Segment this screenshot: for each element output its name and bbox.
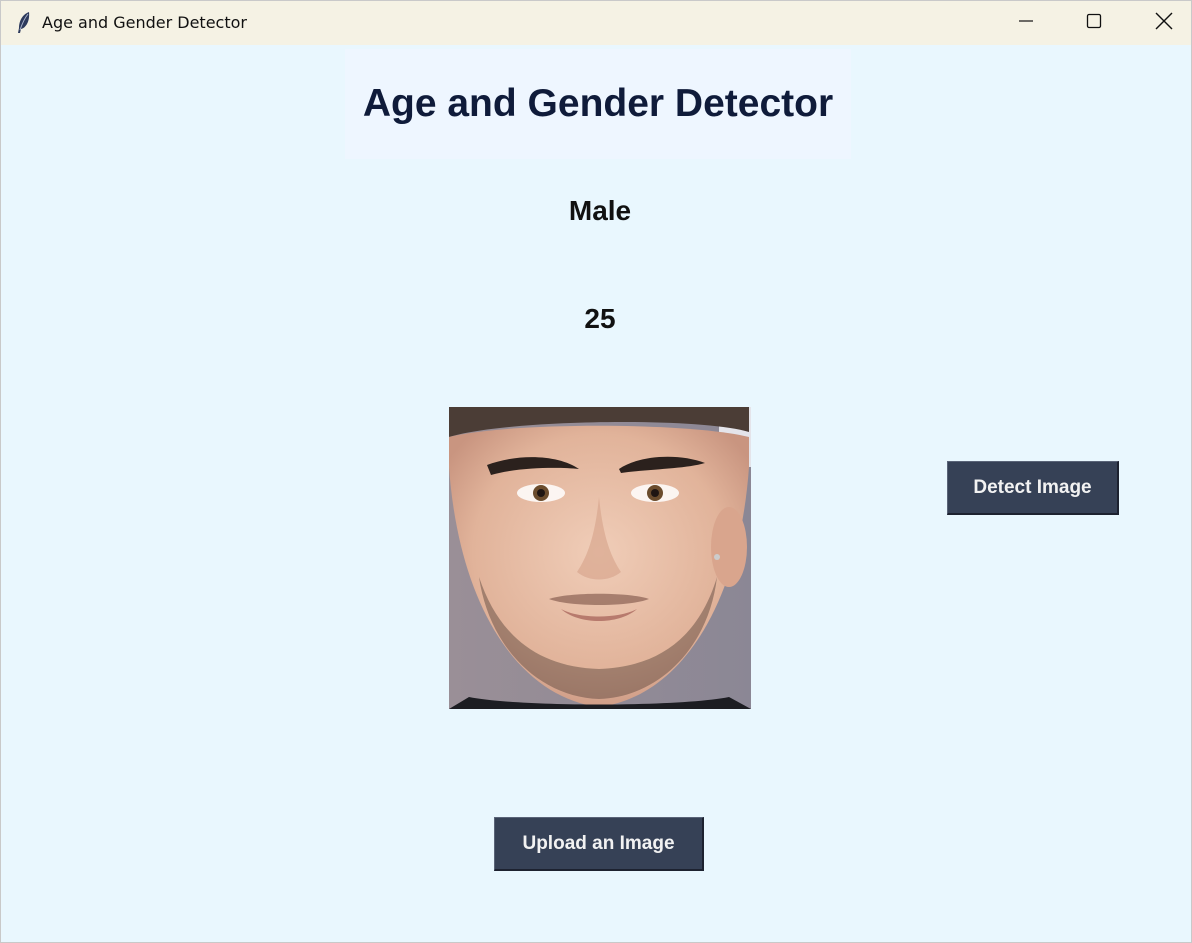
main-content: Age and Gender Detector Male 25 Detect I… [1,45,1191,942]
maximize-button[interactable] [1059,1,1129,45]
face-photo [449,407,751,709]
age-result: 25 [584,303,616,334]
minimize-button[interactable] [991,1,1061,45]
page-title: Age and Gender Detector [362,82,834,125]
app-window: Age and Gender Detector Age and Gender D… [0,0,1192,943]
gender-result: Male [568,195,632,226]
window-title: Age and Gender Detector [42,13,247,32]
title-bar[interactable]: Age and Gender Detector [1,1,1191,45]
maximize-icon [1086,13,1102,34]
close-icon [1155,12,1173,35]
close-button[interactable] [1129,1,1192,45]
detect-image-button[interactable]: Detect Image [947,461,1119,515]
feather-icon [15,11,33,35]
minimize-icon [1018,13,1034,34]
heading-panel: Age and Gender Detector [345,49,851,159]
upload-image-button[interactable]: Upload an Image [494,817,704,871]
